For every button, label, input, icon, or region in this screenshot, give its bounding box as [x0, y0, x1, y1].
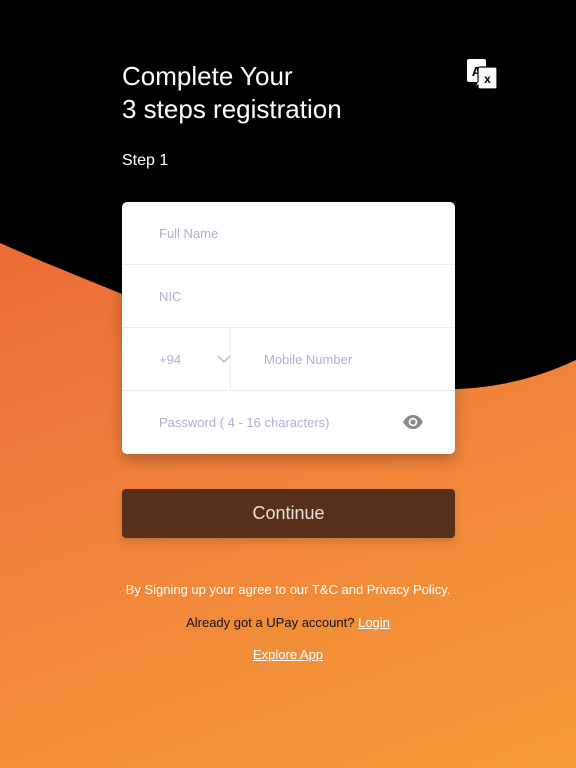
- explore-app-link[interactable]: Explore App: [0, 647, 576, 662]
- full-name-row: [122, 202, 455, 265]
- field-divider: [230, 328, 231, 391]
- eye-icon[interactable]: [402, 411, 424, 433]
- title-line-1: Complete Your: [122, 61, 293, 91]
- password-input[interactable]: [159, 391, 419, 454]
- login-link[interactable]: Login: [358, 615, 390, 630]
- already-account-text: Already got a UPay account?: [186, 615, 355, 630]
- mobile-number-input[interactable]: [264, 328, 444, 391]
- country-code-select[interactable]: +94: [159, 328, 231, 391]
- terms-text: By Signing up your agree to our T&C and …: [125, 582, 451, 597]
- registration-form: +94: [122, 202, 455, 454]
- step-label: Step 1: [122, 152, 169, 169]
- nic-row: [122, 265, 455, 328]
- login-prompt: Already got a UPay account? Login: [0, 615, 576, 630]
- country-code-value: +94: [159, 352, 182, 367]
- continue-button[interactable]: Continue: [122, 489, 455, 538]
- chevron-down-icon: [217, 355, 231, 363]
- svg-text:x: x: [484, 72, 491, 86]
- password-row: [122, 391, 455, 454]
- translate-icon[interactable]: A x: [466, 58, 498, 90]
- nic-input[interactable]: [159, 265, 419, 328]
- mobile-row: +94: [122, 328, 455, 391]
- title-line-2: 3 steps registration: [122, 94, 342, 124]
- page-title: Complete Your 3 steps registration: [122, 60, 342, 126]
- full-name-input[interactable]: [159, 202, 419, 265]
